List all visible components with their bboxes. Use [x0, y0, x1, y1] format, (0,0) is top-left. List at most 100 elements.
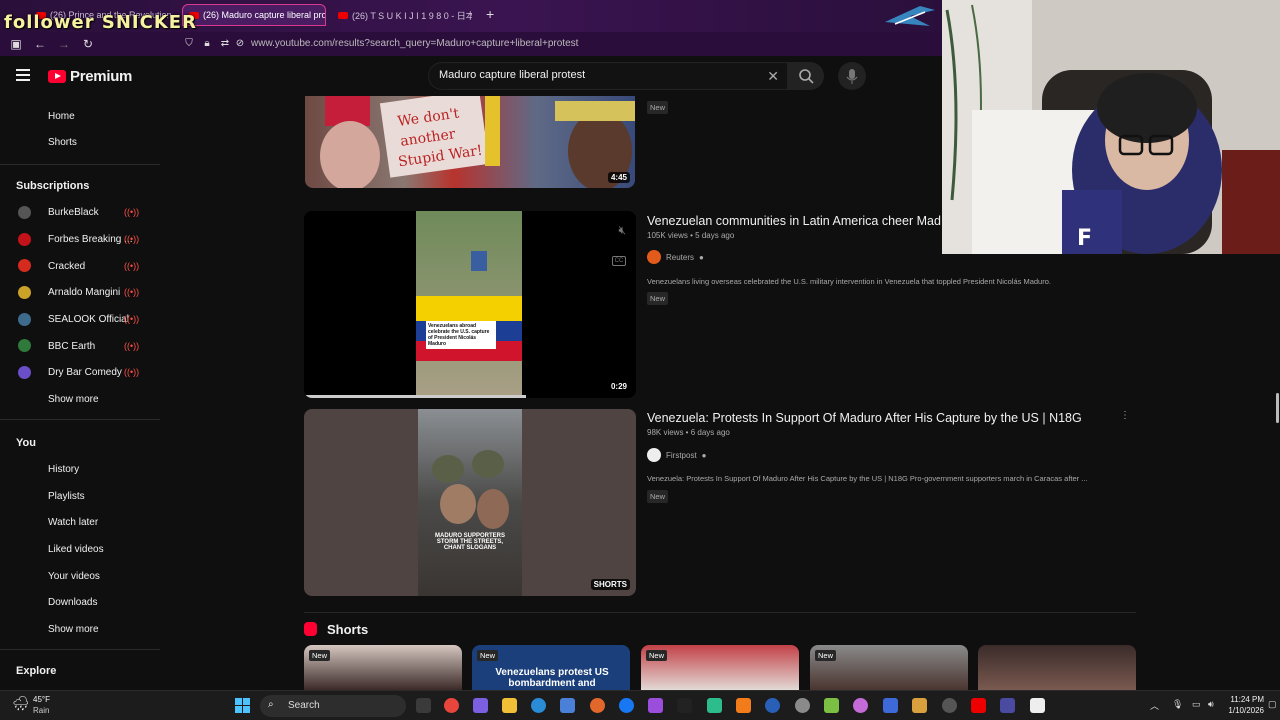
task-view-icon[interactable]	[416, 698, 431, 713]
sidebar-item-home[interactable]: Home	[48, 111, 75, 122]
app-icon[interactable]	[648, 698, 663, 713]
start-icon[interactable]	[235, 698, 250, 713]
stream-overlay-text: follower SNICKER	[4, 12, 197, 33]
webcam-overlay: F	[942, 0, 1280, 254]
sidebar-item-playlists[interactable]: Playlists	[48, 491, 85, 502]
sidebar-sub-burkeblack[interactable]: BurkeBlack	[48, 207, 99, 218]
sidebar-item-shorts[interactable]: Shorts	[48, 137, 77, 148]
sidebar-item-downloads[interactable]: Downloads	[48, 597, 97, 608]
app-icon[interactable]	[942, 698, 957, 713]
progress-bar[interactable]	[306, 395, 526, 398]
short-card[interactable]	[978, 645, 1136, 690]
video-title[interactable]: Venezuelan communities in Latin America …	[647, 214, 941, 228]
short-card[interactable]: New	[810, 645, 968, 690]
video-thumbnail[interactable]: We don't another Stupid War! 4:45	[305, 96, 635, 188]
menu-icon[interactable]	[16, 69, 30, 81]
sidebar-toggle-icon[interactable]: ▣	[8, 36, 24, 52]
youtube-icon[interactable]	[971, 698, 986, 713]
video-duration: 0:29	[610, 382, 627, 391]
show-more-subscriptions[interactable]: Show more	[48, 394, 99, 405]
volume-icon[interactable]: 🔊︎	[1208, 699, 1214, 710]
firstpost-avatar	[647, 448, 661, 462]
sidebar-sub-bbc-earth[interactable]: BBC Earth	[48, 341, 95, 352]
sidebar-item-your-videos[interactable]: Your videos	[48, 571, 100, 582]
settings-icon[interactable]	[795, 698, 810, 713]
sidebar-sub-sealook[interactable]: SEALOOK Official	[48, 314, 129, 325]
search-input[interactable]: Maduro capture liberal protest	[439, 69, 585, 81]
new-badge: New	[309, 650, 331, 661]
channel-reuters[interactable]: Reuters ●	[647, 250, 704, 264]
file-explorer-icon[interactable]	[502, 698, 517, 713]
copilot-icon[interactable]	[473, 698, 488, 713]
short-card[interactable]: New Venezuelans protest US bombardment a…	[472, 645, 630, 690]
app-icon[interactable]	[736, 698, 751, 713]
sidebar-item-history[interactable]: History	[48, 464, 79, 475]
new-tab-icon[interactable]: +	[486, 6, 494, 22]
weather-icon[interactable]: 🌧︎	[12, 695, 30, 712]
sidebar-sub-forbes[interactable]: Forbes Breaking ...	[48, 234, 132, 245]
tab-tsukiji[interactable]: (26) T S U K I J I 1 9 8 0 - 日本 ×	[332, 4, 472, 26]
reload-icon[interactable]: ↻	[80, 36, 96, 52]
sidebar-sub-dry-bar[interactable]: Dry Bar Comedy	[48, 367, 122, 378]
channel-firstpost[interactable]: Firstpost ●	[647, 448, 707, 462]
youtube-favicon-icon	[338, 11, 348, 19]
short-card[interactable]: New	[641, 645, 799, 690]
tab-maduro[interactable]: (26) Maduro capture liberal pro ×	[182, 4, 326, 26]
captions-icon[interactable]: CC	[612, 256, 626, 266]
short-card[interactable]: New	[304, 645, 462, 690]
messenger-icon[interactable]	[619, 698, 634, 713]
app-icon[interactable]	[912, 698, 927, 713]
app-icon[interactable]	[707, 698, 722, 713]
chevron-up-icon[interactable]: ︿	[1150, 699, 1159, 712]
sidebar-item-watch-later[interactable]: Watch later	[48, 517, 98, 528]
app-icon[interactable]	[824, 698, 839, 713]
sidebar-sub-cracked[interactable]: Cracked	[48, 261, 85, 272]
app-icon[interactable]	[765, 698, 780, 713]
live-icon: ((•))	[124, 287, 140, 297]
app-icon[interactable]	[1000, 698, 1015, 713]
shield-icon[interactable]: ⛉	[181, 36, 197, 52]
search-box[interactable]: Maduro capture liberal protest ✕	[428, 62, 788, 90]
search-button[interactable]	[788, 62, 824, 90]
mute-icon[interactable]: 🔇︎	[618, 223, 626, 238]
url-field[interactable]: www.youtube.com/results?search_query=Mad…	[251, 38, 578, 49]
you-heading[interactable]: You	[16, 437, 36, 449]
video-meta: 105K views • 5 days ago	[647, 231, 735, 240]
video-thumbnail[interactable]: Venezuelans abroad celebrate the U.S. ca…	[304, 211, 636, 398]
explore-heading[interactable]: Explore	[16, 665, 56, 677]
youtube-premium-logo[interactable]: Premium	[48, 68, 132, 85]
notifications-icon[interactable]: ▢	[1268, 699, 1277, 710]
clear-search-icon[interactable]: ✕	[767, 68, 779, 85]
search-icon	[799, 69, 814, 84]
subscriptions-heading[interactable]: Subscriptions	[16, 180, 89, 192]
tracking-icon[interactable]: ⊘	[232, 36, 248, 52]
back-icon[interactable]: ←	[32, 36, 48, 52]
firefox-icon[interactable]	[590, 698, 605, 713]
clock-time[interactable]: 11:24 PM	[1228, 695, 1264, 704]
sidebar-sub-arnaldo[interactable]: Arnaldo Mangini	[48, 287, 120, 298]
new-badge: New	[647, 292, 669, 305]
clock-date[interactable]: 1/10/2026	[1222, 706, 1264, 715]
microphone-icon[interactable]: 🎙︎	[1172, 699, 1183, 710]
page-scrollbar[interactable]	[1276, 393, 1279, 423]
store-icon[interactable]	[560, 698, 575, 713]
taskbar-search[interactable]: ⌕ Search	[260, 695, 406, 717]
network-icon[interactable]: ▭	[1192, 699, 1201, 710]
permissions-icon[interactable]: ⇄	[217, 36, 233, 52]
forward-icon[interactable]: →	[56, 36, 72, 52]
video-title[interactable]: Venezuela: Protests In Support Of Maduro…	[647, 411, 1082, 425]
document-icon[interactable]	[1030, 698, 1045, 713]
more-actions-icon[interactable]: ⋮	[1120, 410, 1130, 421]
lock-icon[interactable]: 🔒︎	[199, 36, 215, 52]
app-icon[interactable]	[883, 698, 898, 713]
voice-search-button[interactable]	[838, 62, 866, 90]
show-more-you[interactable]: Show more	[48, 624, 99, 635]
edge-icon[interactable]	[531, 698, 546, 713]
app-icon[interactable]	[853, 698, 868, 713]
chrome-icon[interactable]	[444, 698, 459, 713]
shorts-heading: Shorts	[327, 622, 369, 637]
sidebar-item-liked-videos[interactable]: Liked videos	[48, 544, 104, 555]
verified-icon: ●	[701, 450, 707, 460]
terminal-icon[interactable]	[677, 698, 692, 713]
video-thumbnail[interactable]: MADURO SUPPORTERS STORM THE STREETS, CHA…	[304, 409, 636, 596]
